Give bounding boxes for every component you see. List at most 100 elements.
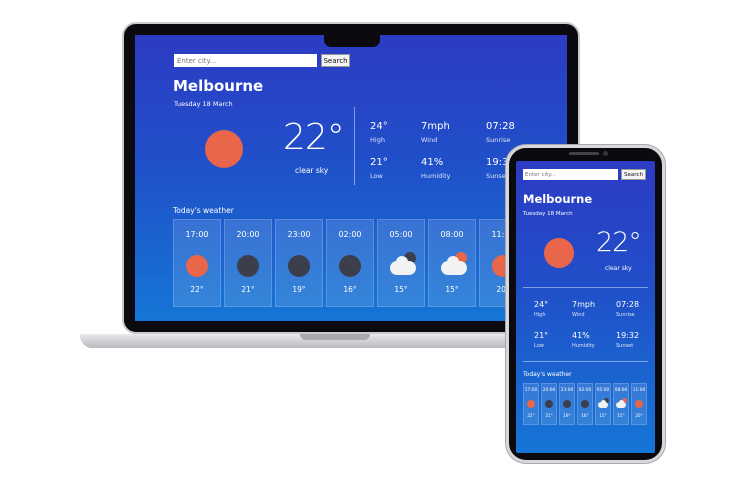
phone-camera	[603, 151, 608, 156]
stat-label: High	[370, 136, 385, 144]
hour-time: 17:00	[185, 230, 209, 239]
stat-value: 7mph	[572, 300, 596, 309]
hour-temp: 15°	[445, 285, 459, 294]
stat-sunrise: 07:28 Sunrise	[616, 300, 639, 318]
hour-temp: 15°	[617, 414, 625, 419]
hourly-card: 11:00 20°	[631, 383, 647, 425]
hourly-card: 23:00 19°	[275, 219, 323, 307]
phone-device: Search Melbourne Tuesday 18 March 22° cl…	[506, 145, 665, 463]
stat-humidity: 41% Humidity	[421, 157, 450, 180]
partly-cloudy-icon	[441, 252, 467, 277]
stat-high: 24° High	[370, 121, 388, 144]
hourly-forecast: 17:00 22° 20:00 21° 23:00 19° 02:00 16° …	[523, 383, 647, 425]
laptop-screen: Search Melbourne Tuesday 18 March 22° cl…	[135, 35, 567, 321]
weather-condition: clear sky	[295, 166, 329, 175]
sun-icon	[186, 255, 208, 277]
hour-temp: 22°	[527, 414, 535, 419]
hour-time: 17:00	[524, 388, 538, 393]
search-bar: Search	[174, 54, 350, 67]
stat-value: 7mph	[421, 121, 450, 132]
phone-screen: Search Melbourne Tuesday 18 March 22° cl…	[516, 161, 655, 453]
phone-speaker	[569, 152, 599, 155]
cloudy-night-icon	[598, 398, 609, 408]
sun-icon	[635, 400, 643, 408]
stat-value: 07:28	[616, 300, 640, 309]
divider	[523, 287, 648, 288]
stat-value: 19:32	[616, 331, 640, 340]
stat-label: Wind	[421, 136, 438, 144]
moon-icon	[237, 255, 259, 277]
hour-temp: 21°	[545, 414, 553, 419]
hourly-card: 20:00 21°	[224, 219, 272, 307]
stat-label: Humidity	[572, 343, 595, 349]
search-button[interactable]: Search	[621, 169, 646, 180]
today-heading: Today's weather	[173, 206, 234, 215]
laptop-hinge	[300, 334, 370, 340]
today-heading: Today's weather	[523, 371, 572, 378]
stat-humidity: 41% Humidity	[572, 331, 595, 349]
city-name: Melbourne	[173, 77, 264, 95]
sun-icon	[205, 130, 243, 168]
sun-icon	[527, 400, 535, 408]
moon-icon	[545, 400, 553, 408]
hourly-card: 17:00 22°	[173, 219, 221, 307]
hour-temp: 16°	[581, 414, 589, 419]
hour-temp: 16°	[343, 285, 357, 294]
hourly-forecast: 17:00 22° 20:00 21° 23:00 19° 02:00 16° …	[173, 219, 527, 307]
hour-temp: 20°	[635, 414, 643, 419]
weather-condition: clear sky	[605, 265, 632, 272]
hour-time: 02:00	[338, 230, 362, 239]
city-search-input[interactable]	[523, 169, 618, 180]
stat-label: Wind	[572, 312, 585, 318]
divider	[354, 107, 355, 185]
hour-time: 20:00	[236, 230, 260, 239]
stat-low: 21° Low	[534, 331, 548, 349]
hourly-card: 02:00 16°	[326, 219, 374, 307]
hourly-card: 05:00 15°	[377, 219, 425, 307]
moon-icon	[581, 400, 589, 408]
stat-label: High	[534, 312, 546, 318]
stat-low: 21° Low	[370, 157, 388, 180]
hourly-card: 20:00 21°	[541, 383, 557, 425]
stat-label: Low	[370, 172, 383, 180]
stat-sunset: 19:32 Sunset	[616, 331, 639, 349]
current-date: Tuesday 18 March	[174, 100, 233, 108]
hourly-card: 05:00 15°	[595, 383, 611, 425]
stat-label: Sunrise	[486, 136, 511, 144]
hourly-card: 02:00 16°	[577, 383, 593, 425]
hour-time: 05:00	[596, 388, 610, 393]
sun-icon	[544, 238, 574, 268]
search-bar: Search	[523, 169, 646, 180]
stat-value: 24°	[370, 121, 388, 132]
stat-value: 24°	[534, 300, 549, 309]
current-date: Tuesday 18 March	[523, 211, 573, 217]
hour-temp: 19°	[292, 285, 306, 294]
search-button[interactable]: Search	[321, 54, 350, 67]
stat-value: 21°	[534, 331, 549, 340]
hourly-card: 08:00 15°	[428, 219, 476, 307]
laptop-notch	[324, 33, 380, 47]
hourly-card: 17:00 22°	[523, 383, 539, 425]
stat-label: Low	[534, 343, 544, 349]
stat-value: 07:28	[486, 121, 515, 132]
hour-time: 02:00	[578, 388, 592, 393]
moon-icon	[339, 255, 361, 277]
current-temperature: 22°	[596, 227, 642, 258]
hour-time: 08:00	[614, 388, 628, 393]
hour-temp: 15°	[599, 414, 607, 419]
stat-wind: 7mph Wind	[572, 300, 595, 318]
stat-value: 21°	[370, 157, 388, 168]
city-search-input[interactable]	[174, 54, 317, 67]
hour-time: 05:00	[389, 230, 413, 239]
stat-value: 41%	[572, 331, 590, 340]
stat-label: Humidity	[421, 172, 451, 180]
stat-high: 24° High	[534, 300, 548, 318]
moon-icon	[563, 400, 571, 408]
current-temperature: 22°	[283, 117, 345, 158]
partly-cloudy-icon	[616, 398, 627, 408]
hour-temp: 19°	[563, 414, 571, 419]
hour-time: 23:00	[560, 388, 574, 393]
hour-time: 08:00	[440, 230, 464, 239]
hourly-card: 23:00 19°	[559, 383, 575, 425]
hour-temp: 21°	[241, 285, 255, 294]
